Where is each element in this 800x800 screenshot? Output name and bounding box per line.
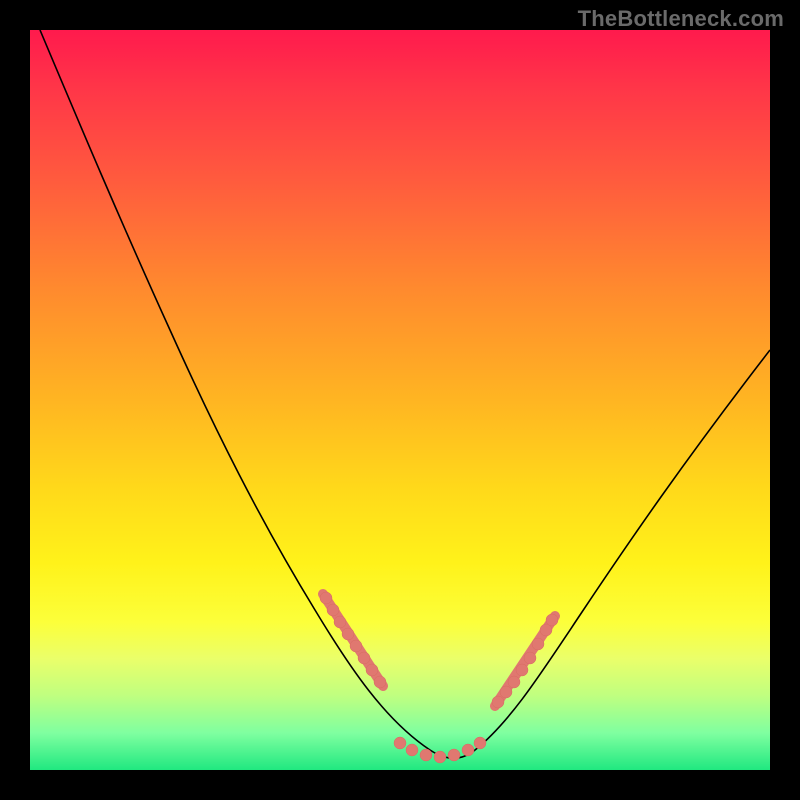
- marker-dot: [320, 592, 332, 604]
- marker-dot: [350, 640, 362, 652]
- marker-dot: [334, 616, 346, 628]
- marker-dot: [448, 749, 460, 761]
- marker-dot: [500, 686, 512, 698]
- marker-dot: [516, 664, 528, 676]
- marker-dot: [546, 614, 558, 626]
- marker-dot: [366, 664, 378, 676]
- marker-dot: [532, 638, 544, 650]
- marker-dot: [342, 628, 354, 640]
- marker-dot: [374, 676, 386, 688]
- chart-svg: [30, 30, 770, 770]
- marker-dot: [474, 737, 486, 749]
- marker-dot: [394, 737, 406, 749]
- marker-dot: [492, 696, 504, 708]
- marker-dot: [434, 751, 446, 763]
- marker-dot: [358, 652, 370, 664]
- valley-marker-cluster: [394, 737, 486, 763]
- left-marker-cluster: [320, 592, 386, 688]
- marker-dot: [327, 604, 339, 616]
- watermark-text: TheBottleneck.com: [578, 6, 784, 32]
- marker-dot: [524, 652, 536, 664]
- bottleneck-curve: [40, 30, 770, 758]
- right-marker-cluster: [492, 614, 558, 708]
- marker-dot: [462, 744, 474, 756]
- marker-dot: [420, 749, 432, 761]
- marker-dot: [508, 676, 520, 688]
- marker-dot: [406, 744, 418, 756]
